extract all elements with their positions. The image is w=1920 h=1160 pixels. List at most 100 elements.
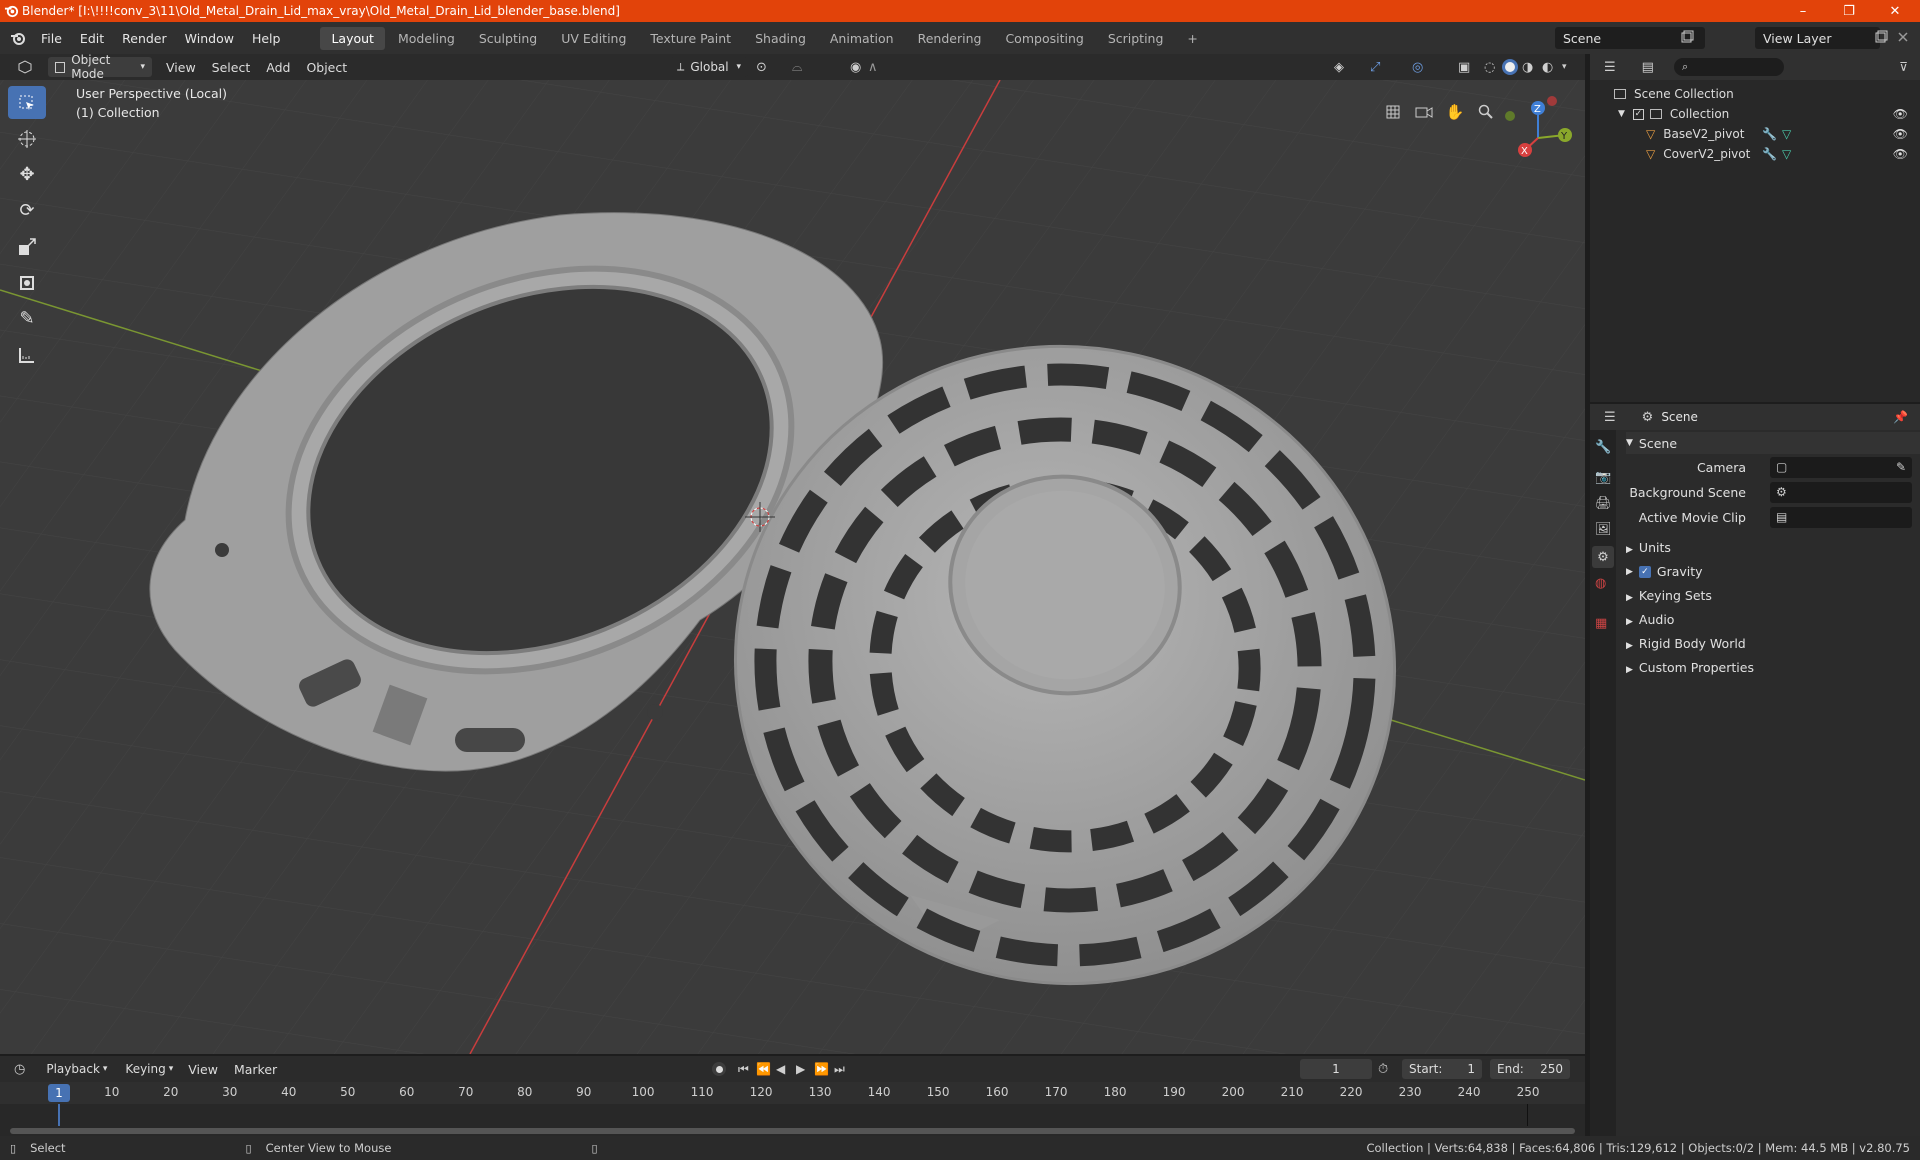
toggle-camera-view-icon[interactable]	[1380, 99, 1406, 125]
proportional-edit-icon[interactable]: ◉	[850, 60, 861, 75]
view-layer-selector[interactable]: View Layer	[1755, 27, 1880, 49]
pan-hand-icon[interactable]: ✋	[1442, 99, 1468, 125]
zoom-icon[interactable]	[1473, 99, 1499, 125]
scene-tab-icon[interactable]: ⚙	[1592, 546, 1614, 568]
tab-texture-paint[interactable]: Texture Paint	[639, 27, 742, 50]
timeline-ruler[interactable]: 1 10 20 30 40 50 60 70 80 90 100 110 120 130 140 150 16…	[0, 1082, 1585, 1104]
tab-uv-editing[interactable]: UV Editing	[550, 27, 637, 50]
timeline-menu-view[interactable]: View	[180, 1062, 226, 1077]
start-frame-field[interactable]: Start: 1	[1402, 1059, 1482, 1079]
view-layer-tab-icon[interactable]: 🖼	[1595, 522, 1612, 537]
measure-tool[interactable]	[8, 338, 46, 371]
eyedropper-icon[interactable]: ✎	[1896, 460, 1906, 474]
viewport-menu-select[interactable]: Select	[204, 60, 259, 75]
audio-panel-header[interactable]: ▶ Audio	[1626, 612, 1674, 627]
exclude-checkbox[interactable]: ✓	[1632, 108, 1644, 120]
tab-compositing[interactable]: Compositing	[994, 27, 1094, 50]
custom-properties-panel-header[interactable]: ▶ Custom Properties	[1626, 660, 1754, 675]
scene-panel-header[interactable]: ▼ Scene	[1626, 432, 1920, 454]
overlays-icon[interactable]: ◎	[1412, 60, 1423, 75]
background-scene-field[interactable]: ⚙	[1770, 482, 1912, 503]
playhead-frame[interactable]: 1	[48, 1084, 70, 1102]
render-tab-icon[interactable]: 📷	[1595, 470, 1611, 485]
timeline-scrollbar[interactable]	[10, 1128, 1575, 1134]
eye-icon[interactable]: 👁	[1893, 107, 1908, 121]
display-mode-icon[interactable]: ▤	[1642, 60, 1654, 75]
transform-tool[interactable]	[8, 266, 46, 299]
properties-editor-icon[interactable]: ☰	[1604, 410, 1616, 425]
visibility-icon[interactable]: ◈	[1334, 60, 1344, 75]
scale-tool[interactable]	[8, 230, 46, 263]
outliner-search-input[interactable]: ⌕	[1673, 58, 1784, 76]
menu-render[interactable]: Render	[113, 31, 176, 46]
material-shading-icon[interactable]: ◑	[1522, 60, 1533, 75]
remove-view-layer-icon[interactable]	[1896, 30, 1910, 44]
shading-options-icon[interactable]: ▾	[1562, 62, 1567, 72]
eye-icon[interactable]: 👁	[1893, 127, 1908, 141]
world-tab-icon[interactable]: ◍	[1595, 576, 1606, 591]
tab-rendering[interactable]: Rendering	[907, 27, 993, 50]
mode-dropdown[interactable]: Object Mode ▾	[48, 53, 152, 81]
add-workspace-button[interactable]: +	[1176, 27, 1208, 50]
rigid-body-world-panel-header[interactable]: ▶ Rigid Body World	[1626, 636, 1746, 651]
expand-arrow-icon[interactable]: ▼	[1618, 109, 1625, 119]
menu-help[interactable]: Help	[243, 31, 290, 46]
timeline-editor-icon[interactable]: ◷	[14, 1062, 25, 1077]
modifier-wrench-icon[interactable]: 🔧	[1762, 127, 1777, 141]
units-panel-header[interactable]: ▶ Units	[1626, 540, 1671, 555]
move-tool[interactable]: ✥	[8, 158, 46, 191]
viewport-menu-add[interactable]: Add	[258, 60, 298, 75]
transform-orientation-dropdown[interactable]: ⟂ Global ▾	[670, 57, 748, 77]
falloff-icon[interactable]: ∧	[868, 60, 878, 75]
solid-shading-icon[interactable]	[1502, 59, 1518, 75]
new-view-layer-icon[interactable]	[1874, 30, 1888, 44]
jump-start-icon[interactable]: ⏮	[738, 1062, 749, 1077]
playback-menu[interactable]: Playback ▾	[39, 1059, 114, 1079]
viewport-menu-view[interactable]: View	[158, 60, 204, 75]
maximize-button[interactable]: ❐	[1826, 0, 1872, 22]
pin-icon[interactable]: 📌	[1893, 410, 1908, 424]
end-frame-field[interactable]: End: 250	[1490, 1059, 1570, 1079]
outliner-object-coverv2[interactable]: ▽ CoverV2_pivot 🔧 ▽ 👁	[1590, 144, 1920, 164]
viewport-menu-object[interactable]: Object	[298, 60, 355, 75]
record-button[interactable]	[712, 1062, 726, 1076]
mesh-data-icon[interactable]: ▽	[1782, 127, 1791, 141]
menu-window[interactable]: Window	[176, 31, 243, 46]
next-keyframe-icon[interactable]: ⏩	[814, 1062, 829, 1076]
gizmo-toggle-icon[interactable]: ⤢	[1370, 60, 1380, 75]
snap-icon[interactable]: ⌓	[792, 60, 802, 75]
tab-scripting[interactable]: Scripting	[1097, 27, 1175, 50]
clock-icon[interactable]: ⏱	[1378, 1062, 1388, 1077]
blender-menu-icon[interactable]	[10, 30, 26, 46]
eye-icon[interactable]: 👁	[1893, 147, 1908, 161]
tool-tab-icon[interactable]: 🔧	[1595, 440, 1611, 455]
outliner-object-basev2[interactable]: ▽ BaseV2_pivot 🔧 ▽ 👁	[1590, 124, 1920, 144]
3d-viewport[interactable]: Z Y X User Perspective (Local) (1) Colle…	[0, 80, 1585, 1054]
rendered-shading-icon[interactable]: ◐	[1542, 60, 1553, 75]
output-tab-icon[interactable]: 🖨	[1595, 496, 1612, 511]
mesh-data-icon[interactable]: ▽	[1782, 147, 1791, 161]
play-reverse-icon[interactable]: ◀	[776, 1062, 785, 1076]
filter-icon[interactable]: ⊽	[1899, 60, 1908, 74]
pivot-point-icon[interactable]: ⊙	[756, 60, 767, 75]
jump-end-icon[interactable]: ⏭	[834, 1062, 845, 1077]
menu-edit[interactable]: Edit	[71, 31, 113, 46]
outliner-scene-collection[interactable]: Scene Collection	[1590, 84, 1920, 104]
menu-file[interactable]: File	[32, 31, 71, 46]
timeline-menu-marker[interactable]: Marker	[226, 1062, 285, 1077]
tab-sculpting[interactable]: Sculpting	[468, 27, 548, 50]
camera-icon[interactable]	[1411, 99, 1437, 125]
camera-field[interactable]: ▢ ✎	[1770, 457, 1912, 478]
texture-tab-icon[interactable]: ▦	[1595, 616, 1607, 631]
play-icon[interactable]: ▶	[796, 1062, 805, 1076]
tab-animation[interactable]: Animation	[819, 27, 905, 50]
tab-modeling[interactable]: Modeling	[387, 27, 466, 50]
modifier-wrench-icon[interactable]: 🔧	[1762, 147, 1777, 161]
tab-shading[interactable]: Shading	[744, 27, 817, 50]
keying-menu[interactable]: Keying ▾	[118, 1059, 180, 1079]
rotate-tool[interactable]: ⟳	[8, 194, 46, 227]
close-button[interactable]: ✕	[1872, 0, 1918, 22]
gravity-checkbox[interactable]: ✓	[1638, 565, 1651, 578]
wireframe-shading-icon[interactable]: ◌	[1484, 60, 1495, 75]
gravity-panel-header[interactable]: ▶ ✓ Gravity	[1626, 564, 1703, 579]
